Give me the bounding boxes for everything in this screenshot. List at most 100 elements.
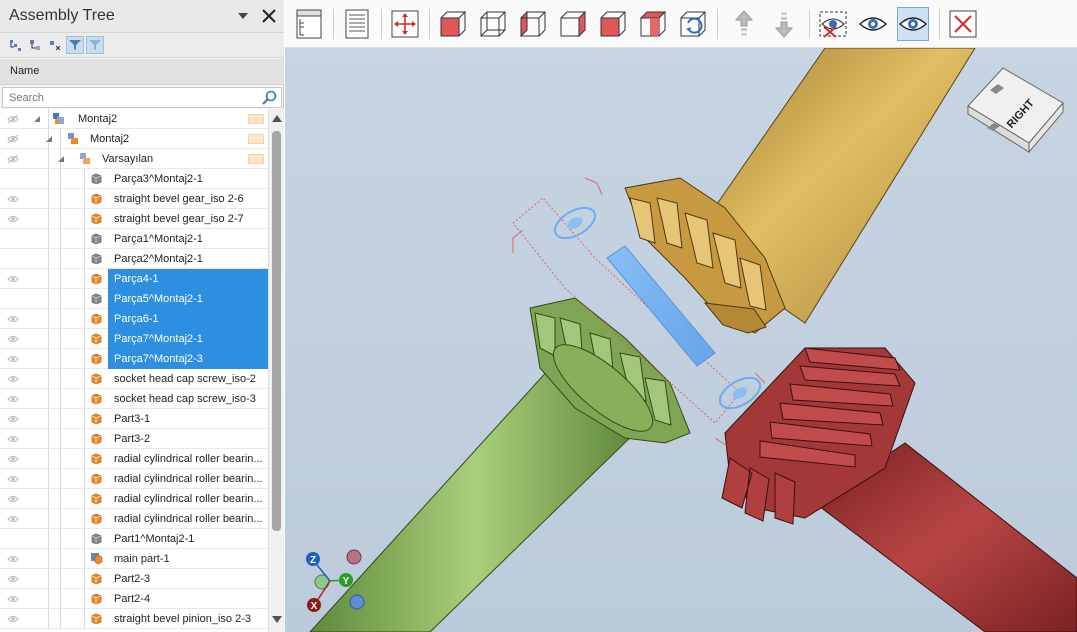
sync-tree-button[interactable] (46, 36, 64, 54)
scrollbar-thumb[interactable] (272, 131, 281, 531)
search-icon[interactable] (261, 90, 277, 106)
view-front-button[interactable] (437, 7, 469, 41)
visibility-hidden-icon[interactable] (7, 134, 19, 144)
tree-row[interactable]: Part3-2 (0, 429, 268, 449)
visibility-eye-icon[interactable] (7, 214, 19, 224)
structure-view-button[interactable] (293, 7, 325, 41)
tree-item-label: Part1^Montaj2-1 (114, 533, 195, 545)
color-swatch[interactable] (248, 154, 264, 164)
visibility-hidden-icon[interactable] (7, 114, 19, 124)
3d-viewport[interactable]: RIGHT Z Y X (285, 48, 1077, 632)
view-right-button[interactable] (557, 7, 589, 41)
filter-icon (69, 40, 81, 50)
toolbar-separator (333, 9, 334, 39)
search-input[interactable] (3, 88, 253, 107)
tree-row[interactable]: radial cylindrical roller bearin... (0, 449, 268, 469)
visibility-eye-icon[interactable] (7, 314, 19, 324)
expand-all-button[interactable] (6, 36, 24, 54)
collapse-all-button[interactable] (26, 36, 44, 54)
visibility-eye-icon[interactable] (7, 274, 19, 284)
tree-row[interactable]: radial cylindrical roller bearin... (0, 489, 268, 509)
visibility-hidden-icon[interactable] (7, 154, 19, 164)
visibility-eye-icon[interactable] (7, 514, 19, 524)
tree-row[interactable]: radial cylindrical roller bearin... (0, 469, 268, 489)
visibility-eye-icon[interactable] (7, 194, 19, 204)
filter-clear-button[interactable] (86, 36, 104, 54)
tree-row[interactable]: Montaj2 (0, 109, 268, 129)
visibility-eye-icon[interactable] (7, 554, 19, 564)
tree-row[interactable]: straight bevel gear_iso 2-7 (0, 209, 268, 229)
fit-all-button[interactable] (389, 7, 421, 41)
view-left-icon (520, 10, 546, 38)
view-left-button[interactable] (517, 7, 549, 41)
visibility-eye-icon[interactable] (7, 494, 19, 504)
tree-item-label: Parça4-1 (110, 269, 262, 289)
scroll-down-arrow-icon[interactable] (272, 616, 282, 624)
visibility-eye-icon[interactable] (7, 394, 19, 404)
expand-toggle-icon[interactable] (45, 135, 53, 143)
close-view-button[interactable] (947, 7, 979, 41)
tree-row[interactable]: Varsayılan (0, 149, 268, 169)
tree-row[interactable]: Part1^Montaj2-1 (0, 529, 268, 549)
sync-icon (50, 41, 61, 51)
tree-row[interactable]: Parça5^Montaj2-1 (0, 289, 268, 309)
color-swatch[interactable] (248, 134, 264, 144)
part-orange-icon (91, 513, 102, 525)
visibility-eye-icon[interactable] (7, 454, 19, 464)
search-box (2, 87, 282, 108)
show-button[interactable] (857, 7, 889, 41)
tree-row[interactable]: Part3-1 (0, 409, 268, 429)
visibility-eye-icon[interactable] (7, 434, 19, 444)
filter-button[interactable] (66, 36, 84, 54)
move-down-button[interactable] (768, 7, 800, 41)
panel-close-button[interactable] (258, 5, 280, 27)
visibility-eye-icon[interactable] (7, 354, 19, 364)
tree-row[interactable]: Parça2^Montaj2-1 (0, 249, 268, 269)
view-bottom-button[interactable] (637, 7, 669, 41)
tree-row[interactable]: socket head cap screw_iso-2 (0, 369, 268, 389)
part-orange-icon (91, 313, 102, 325)
properties-button[interactable] (341, 7, 373, 41)
view-cube[interactable]: RIGHT (967, 67, 1064, 154)
axis-x-label: X (311, 601, 318, 612)
tree-row[interactable]: Part2-3 (0, 569, 268, 589)
panel-menu-button[interactable] (232, 5, 254, 27)
tree-row[interactable]: straight bevel gear_iso 2-6 (0, 189, 268, 209)
show-selected-button[interactable] (897, 7, 929, 41)
move-up-button[interactable] (728, 7, 760, 41)
visibility-eye-icon[interactable] (7, 474, 19, 484)
tree-row[interactable]: Parça6-1 (0, 309, 268, 329)
view-isometric-button[interactable] (677, 7, 709, 41)
tree-item-label: Montaj2 (78, 113, 118, 125)
visibility-eye-icon[interactable] (7, 574, 19, 584)
part-orange-icon (91, 453, 102, 465)
scroll-up-arrow-icon[interactable] (272, 114, 282, 122)
tree-item-label: Part3-2 (114, 433, 151, 445)
3d-scene[interactable]: RIGHT Z Y X (285, 48, 1077, 632)
tree-row[interactable]: Parça1^Montaj2-1 (0, 229, 268, 249)
tree-row[interactable]: Montaj2 (0, 129, 268, 149)
visibility-eye-icon[interactable] (7, 594, 19, 604)
tree-row[interactable]: Parça7^Montaj2-3 (0, 349, 268, 369)
tree-row[interactable]: Parça7^Montaj2-1 (0, 329, 268, 349)
expand-toggle-icon[interactable] (57, 155, 65, 163)
visibility-eye-icon[interactable] (7, 334, 19, 344)
tree-scrollbar[interactable] (268, 109, 284, 632)
tree-row[interactable]: socket head cap screw_iso-3 (0, 389, 268, 409)
view-back-button[interactable] (477, 7, 509, 41)
color-swatch[interactable] (248, 114, 264, 124)
hide-selected-button[interactable] (817, 7, 849, 41)
close-icon (262, 9, 276, 23)
view-top-button[interactable] (597, 7, 629, 41)
visibility-eye-icon[interactable] (7, 414, 19, 424)
tree-row[interactable]: Parça3^Montaj2-1 (0, 169, 268, 189)
tree-row[interactable]: main part-1 (0, 549, 268, 569)
tree-row[interactable]: Part2-4 (0, 589, 268, 609)
tree-row[interactable]: straight bevel pinion_iso 2-3 (0, 609, 268, 629)
visibility-eye-icon[interactable] (7, 374, 19, 384)
expand-toggle-icon[interactable] (33, 115, 41, 123)
tree-row[interactable]: Parça4-1 (0, 269, 268, 289)
column-header-name[interactable]: Name (0, 59, 284, 85)
tree-row[interactable]: radial cylindrical roller bearin... (0, 509, 268, 529)
visibility-eye-icon[interactable] (7, 614, 19, 624)
